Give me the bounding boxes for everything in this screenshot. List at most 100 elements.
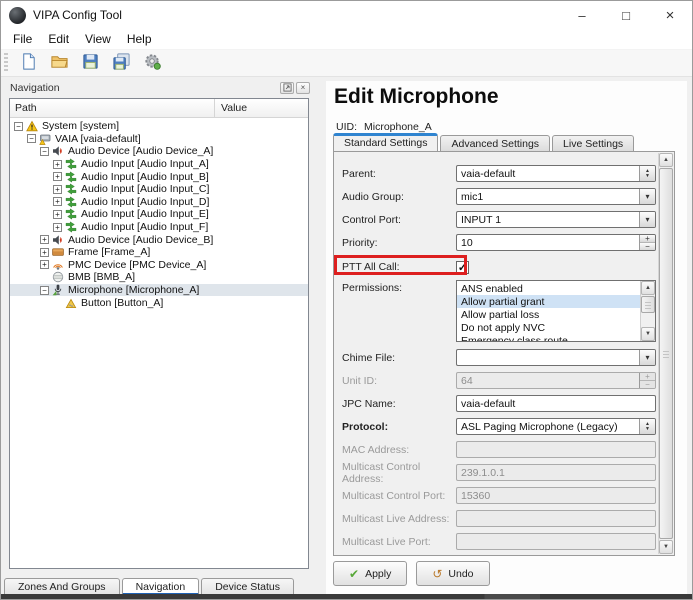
tree-row[interactable]: BMB [BMB_A]: [10, 271, 308, 284]
tree-row[interactable]: +Audio Device [Audio Device_B]: [10, 233, 308, 246]
permissions-listbox[interactable]: ANS enabledAllow partial grantAllow part…: [456, 280, 656, 342]
list-option[interactable]: Allow partial loss: [457, 308, 640, 321]
close-button[interactable]: ×: [648, 1, 692, 29]
scrollbar-thumb[interactable]: [641, 296, 655, 313]
expander-plus-icon[interactable]: +: [53, 197, 62, 206]
save-all-button[interactable]: [109, 52, 133, 74]
scroll-up-icon[interactable]: ▲: [641, 281, 655, 295]
tree-row[interactable]: +PMC Device [PMC Device_A]: [10, 259, 308, 272]
tree-item-label: Audio Input [Audio Input_B]: [81, 171, 209, 183]
list-option[interactable]: Emergency class route: [457, 334, 640, 341]
multicast-live-port-input[interactable]: [456, 533, 656, 550]
pane-scrollbar[interactable]: ▲ ▼: [658, 153, 673, 554]
spin-minus-icon[interactable]: −: [640, 243, 655, 250]
tree-row[interactable]: Button [Button_A]: [10, 296, 308, 309]
tree-row[interactable]: −VAIA [vaia-default]: [10, 133, 308, 146]
save-button[interactable]: [78, 52, 102, 74]
new-file-button[interactable]: [16, 52, 40, 74]
expander-plus-icon[interactable]: +: [53, 185, 62, 194]
audio-group-dropdown[interactable]: mic1▾: [456, 188, 656, 205]
tree-row[interactable]: + Audio Input [Audio Input_B]: [10, 170, 308, 183]
new-file-icon: [19, 52, 38, 74]
tree-row[interactable]: −System [system]: [10, 120, 308, 133]
dropdown-arrow-icon[interactable]: ▾: [639, 212, 655, 227]
dropdown-arrow-icon[interactable]: ▾: [639, 350, 655, 365]
scrollbar-thumb[interactable]: [659, 168, 673, 539]
menu-view[interactable]: View: [77, 30, 119, 48]
tree-row[interactable]: +Audio Input [Audio Input_F]: [10, 221, 308, 234]
control-port-dropdown[interactable]: INPUT 1▾: [456, 211, 656, 228]
field-label: Protocol:: [342, 421, 456, 433]
expander-plus-icon[interactable]: +: [53, 210, 62, 219]
expander-plus-icon[interactable]: +: [53, 172, 62, 181]
tab-live-settings[interactable]: Live Settings: [552, 135, 634, 151]
action-button-row: ✔Apply ↺Undo: [333, 561, 490, 586]
list-option[interactable]: Allow partial grant: [457, 295, 640, 308]
field-row-jpc-name: JPC Name:vaia-default: [342, 392, 657, 415]
multicast-live-address-input[interactable]: [456, 510, 656, 527]
uid-label: UID:: [336, 121, 357, 133]
list-option[interactable]: Do not apply NVC: [457, 321, 640, 334]
apply-button[interactable]: ✔Apply: [333, 561, 407, 586]
scroll-down-icon[interactable]: ▼: [641, 327, 655, 341]
unit-id-spin[interactable]: 64+−: [456, 372, 656, 389]
tree-row[interactable]: −Audio Device [Audio Device_A]: [10, 145, 308, 158]
multicast-control-port-input[interactable]: 15360: [456, 487, 656, 504]
expander-minus-icon[interactable]: −: [14, 122, 23, 131]
column-header-value[interactable]: Value: [215, 99, 308, 117]
list-option[interactable]: ANS enabled: [457, 282, 640, 295]
expander-plus-icon[interactable]: +: [40, 235, 49, 244]
expander-minus-icon[interactable]: −: [40, 286, 49, 295]
chime-file-dropdown[interactable]: ▾: [456, 349, 656, 366]
field-label: Multicast Live Address:: [342, 513, 456, 525]
tree-row[interactable]: +Audio Input [Audio Input_D]: [10, 196, 308, 209]
field-label: PTT All Call:: [342, 261, 456, 273]
menu-edit[interactable]: Edit: [40, 30, 77, 48]
expander-minus-icon[interactable]: −: [40, 147, 49, 156]
expander-plus-icon[interactable]: +: [40, 248, 49, 257]
undo-button[interactable]: ↺Undo: [416, 561, 489, 586]
tab-advanced-settings[interactable]: Advanced Settings: [440, 135, 550, 151]
tree-row[interactable]: +Audio Input [Audio Input_C]: [10, 183, 308, 196]
field-value: 64: [457, 373, 639, 388]
open-folder-button[interactable]: [47, 52, 71, 74]
field-row-protocol: Protocol:ASL Paging Microphone (Legacy)▲…: [342, 415, 657, 438]
toolbar-grip[interactable]: [4, 53, 8, 73]
expander-plus-icon[interactable]: +: [53, 160, 62, 169]
tab-standard-settings[interactable]: Standard Settings: [333, 133, 438, 151]
tree-row[interactable]: − Microphone [Microphone_A]: [10, 284, 308, 297]
menu-help[interactable]: Help: [119, 30, 160, 48]
minimize-button[interactable]: –: [560, 1, 604, 29]
listbox-scrollbar[interactable]: ▲▼: [640, 281, 655, 341]
dock-close-button[interactable]: ×: [296, 82, 310, 94]
dock-float-button[interactable]: [280, 82, 294, 94]
scroll-up-icon[interactable]: ▲: [659, 153, 673, 167]
updown-button[interactable]: ▲▼: [639, 419, 655, 434]
mac-address-input[interactable]: [456, 441, 656, 458]
jpc-name-input[interactable]: vaia-default: [456, 395, 656, 412]
priority-spin[interactable]: 10+−: [456, 234, 656, 251]
column-header-path[interactable]: Path: [10, 99, 215, 117]
spin-minus-icon[interactable]: −: [640, 381, 655, 388]
protocol-updown[interactable]: ASL Paging Microphone (Legacy)▲▼: [456, 418, 656, 435]
expander-plus-icon[interactable]: +: [40, 260, 49, 269]
tree-row[interactable]: + Frame [Frame_A]: [10, 246, 308, 259]
spin-buttons[interactable]: +−: [639, 235, 655, 250]
expander-minus-icon[interactable]: −: [27, 134, 36, 143]
field-row-priority: Priority:10+−: [342, 231, 657, 254]
tree-item-label: Frame [Frame_A]: [68, 246, 150, 258]
expander-plus-icon[interactable]: +: [53, 223, 62, 232]
dropdown-arrow-icon[interactable]: ▾: [639, 189, 655, 204]
tree-item-label: Microphone [Microphone_A]: [68, 284, 199, 296]
maximize-button[interactable]: □: [604, 1, 648, 29]
tree-row[interactable]: +Audio Input [Audio Input_E]: [10, 208, 308, 221]
parent-updown[interactable]: vaia-default▲▼: [456, 165, 656, 182]
spin-buttons[interactable]: +−: [639, 373, 655, 388]
ptt-all-call-checkbox[interactable]: ✓: [456, 261, 469, 274]
multicast-control-address-input[interactable]: 239.1.0.1: [456, 464, 656, 481]
updown-button[interactable]: ▲▼: [639, 166, 655, 181]
scroll-down-icon[interactable]: ▼: [659, 540, 673, 554]
menu-file[interactable]: File: [5, 30, 40, 48]
tree-row[interactable]: +Audio Input [Audio Input_A]: [10, 158, 308, 171]
settings-gear-button[interactable]: [140, 52, 164, 74]
